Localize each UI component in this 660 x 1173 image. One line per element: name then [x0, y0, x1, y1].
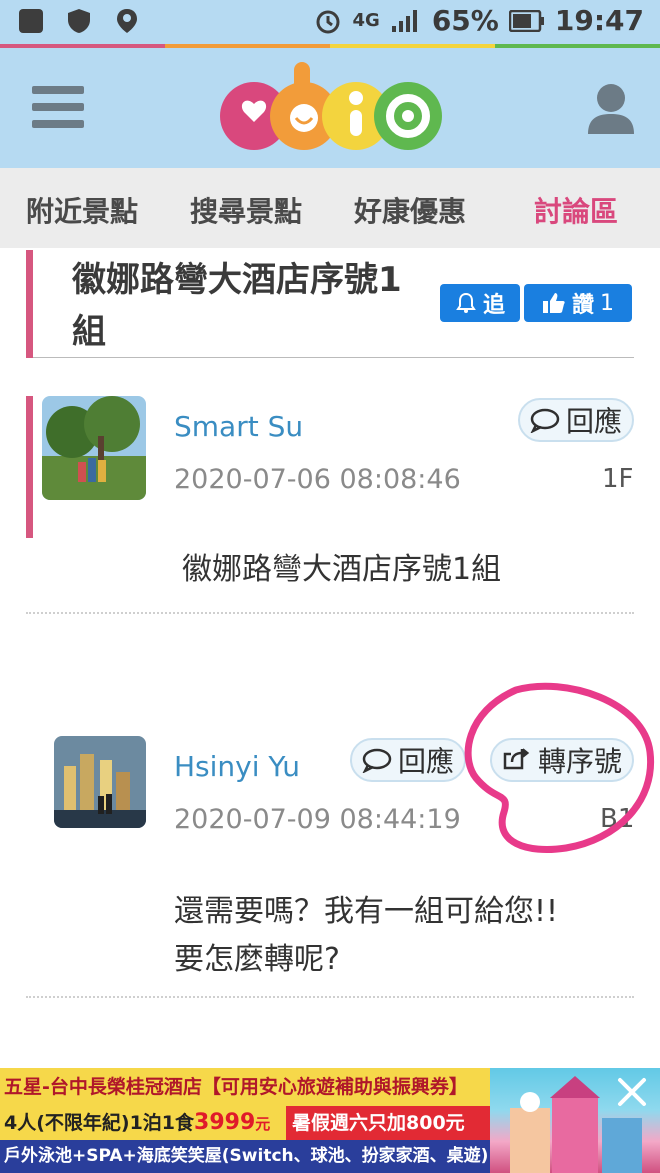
- like-count: 1: [600, 290, 614, 316]
- abic-logo[interactable]: [216, 56, 446, 160]
- status-bar: 4G 65% 19:47: [0, 0, 660, 44]
- post-divider: [26, 996, 634, 998]
- speech-bubble-icon: [530, 408, 560, 433]
- alarm-icon: [316, 10, 340, 33]
- thumbs-up-icon: [542, 293, 565, 313]
- hand-drawn-circle-annotation: [464, 682, 655, 853]
- shield-icon: [68, 9, 90, 33]
- location-pin-icon: [117, 9, 137, 33]
- reply-button[interactable]: 回應: [350, 738, 466, 782]
- battery-icon: [508, 9, 544, 32]
- topic-title: 徽娜路彎大酒店序號1 組: [72, 260, 402, 352]
- ad-banner[interactable]: 五星-台中長榮桂冠酒店【可用安心旅遊補助與振興券】 4人(不限年紀)1泊1食39…: [0, 1068, 660, 1173]
- hamburger-menu-icon[interactable]: [32, 86, 84, 128]
- close-icon[interactable]: [614, 1074, 650, 1110]
- post-content: 還需要嗎？我有一組可給您!! 要怎麼轉呢?: [174, 894, 559, 977]
- clock: 19:47: [554, 4, 644, 37]
- bell-icon: [456, 292, 476, 313]
- post-floor: 1F: [602, 464, 634, 494]
- post-author[interactable]: Smart Su: [174, 410, 303, 443]
- app-notification-icon: [19, 9, 43, 33]
- nav-search-attractions[interactable]: 搜尋景點: [190, 190, 302, 230]
- battery-percent: 65%: [431, 4, 499, 37]
- reply-button[interactable]: 回應: [518, 398, 634, 442]
- post-author[interactable]: Hsinyi Yu: [174, 750, 300, 783]
- speech-bubble-icon: [362, 748, 392, 773]
- main-nav: 附近景點 搜尋景點 好康優惠 討論區: [0, 168, 660, 248]
- post-timestamp: 2020-07-09 08:44:19: [174, 804, 461, 835]
- ad-headline: 五星-台中長榮桂冠酒店【可用安心旅遊補助與振興券】: [0, 1068, 490, 1106]
- ad-price: 3999: [194, 1110, 256, 1135]
- ad-promo: 暑假週六只加800元: [286, 1106, 490, 1140]
- avatar[interactable]: [42, 396, 146, 500]
- user-profile-icon[interactable]: [586, 82, 636, 134]
- topic-accent-bar: [26, 250, 33, 358]
- app-header: [0, 48, 660, 168]
- post-timestamp: 2020-07-06 08:08:46: [174, 464, 461, 495]
- nav-deals[interactable]: 好康優惠: [354, 190, 466, 230]
- signal-icon: [391, 9, 417, 32]
- post-content: 徽娜路彎大酒店序號1組: [182, 552, 502, 587]
- topic-header: 徽娜路彎大酒店序號1 組 追 讚 1: [26, 250, 634, 358]
- avatar[interactable]: [54, 736, 146, 828]
- follow-button[interactable]: 追: [440, 284, 520, 322]
- post-accent-bar: [26, 396, 33, 538]
- ad-offer-row: 4人(不限年紀)1泊1食3999元 暑假週六只加800元: [0, 1106, 490, 1140]
- nav-nearby-attractions[interactable]: 附近景點: [26, 190, 138, 230]
- like-button[interactable]: 讚 1: [524, 284, 632, 322]
- nav-discussion[interactable]: 討論區: [534, 190, 618, 230]
- ad-features: 戶外泳池+SPA+海底笑笑屋(Switch、球池、扮家家酒、桌遊)...: [0, 1140, 490, 1173]
- post-divider: [26, 612, 634, 614]
- network-type: 4G: [352, 10, 380, 31]
